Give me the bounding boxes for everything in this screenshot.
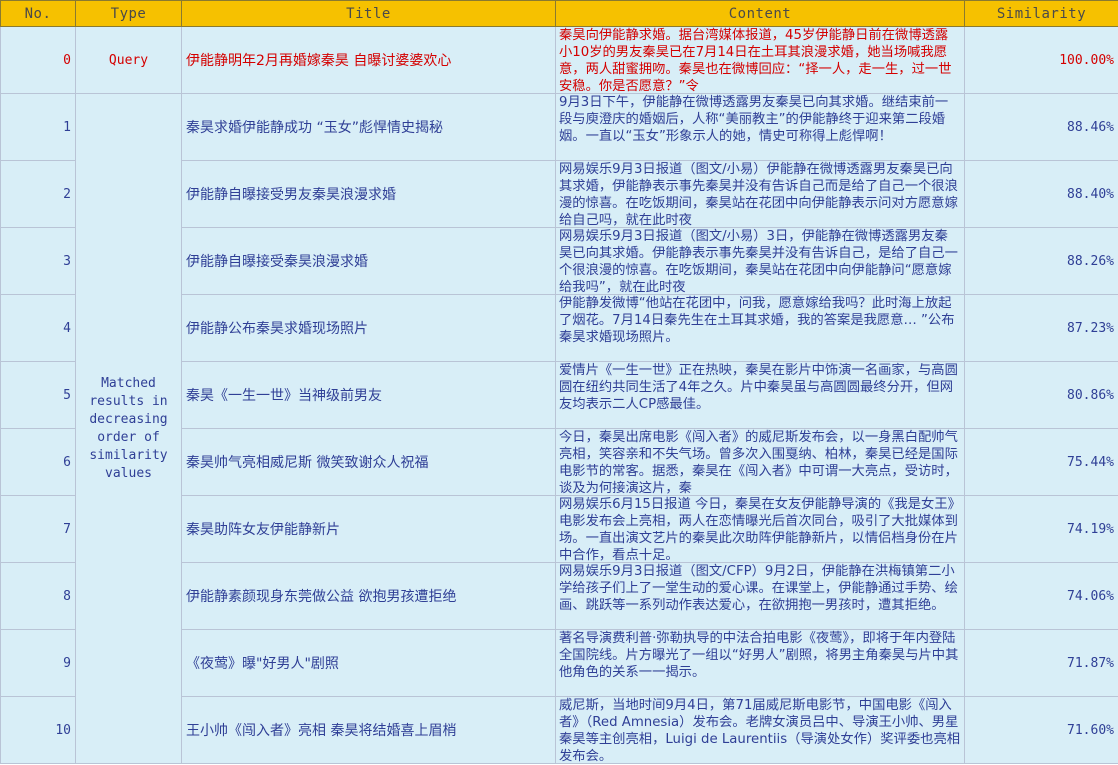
- content-text: 著名导演费利普·弥勒执导的中法合拍电影《夜莺》，即将于年内登陆全国院线。片方曝光…: [559, 631, 959, 680]
- matched-label-cell[interactable]: Matched results in decreasing order of s…: [75, 93, 182, 764]
- similarity-cell[interactable]: 74.19%: [964, 495, 1118, 563]
- similarity-cell[interactable]: 100.00%: [964, 26, 1118, 94]
- row-number[interactable]: 0: [0, 26, 76, 94]
- row-number[interactable]: 2: [0, 160, 76, 228]
- header-similarity[interactable]: Similarity: [964, 0, 1118, 27]
- content-text: 秦昊向伊能静求婚。据台湾媒体报道，45岁伊能静日前在微博透露小10岁的男友秦昊已…: [559, 28, 952, 93]
- content-cell[interactable]: 爱情片《一生一世》正在热映，秦昊在影片中饰演一名画家，与高圆圆在纽约共同生活了4…: [555, 361, 965, 429]
- header-type[interactable]: Type: [75, 0, 182, 27]
- title-cell[interactable]: 伊能静自曝接受秦昊浪漫求婚: [181, 227, 556, 295]
- row-number[interactable]: 1: [0, 93, 76, 161]
- content-cell[interactable]: 今日，秦昊出席电影《闯入者》的威尼斯发布会，以一身黑白配帅气亮相，笑容亲和不失气…: [555, 428, 965, 496]
- content-text: 爱情片《一生一世》正在热映，秦昊在影片中饰演一名画家，与高圆圆在纽约共同生活了4…: [559, 363, 958, 412]
- row-number[interactable]: 4: [0, 294, 76, 362]
- row-number[interactable]: 9: [0, 629, 76, 697]
- query-row: 0 Query 伊能静明年2月再婚嫁秦昊 自曝讨婆婆欢心 秦昊向伊能静求婚。据台…: [0, 26, 1118, 94]
- title-cell[interactable]: 伊能静素颜现身东莞做公益 欲抱男孩遭拒绝: [181, 562, 556, 630]
- content-cell[interactable]: 网易娱乐9月3日报道（图文/CFP）9月2日，伊能静在洪梅镇第二小学给孩子们上了…: [555, 562, 965, 630]
- row-number[interactable]: 3: [0, 227, 76, 295]
- similarity-cell[interactable]: 87.23%: [964, 294, 1118, 362]
- title-cell[interactable]: 《夜莺》曝"好男人"剧照: [181, 629, 556, 697]
- content-cell[interactable]: 网易娱乐6月15日报道 今日，秦昊在女友伊能静导演的《我是女王》电影发布会上亮相…: [555, 495, 965, 563]
- header-no[interactable]: No.: [0, 0, 76, 27]
- title-cell[interactable]: 秦昊求婚伊能静成功 “玉女”彪悍情史揭秘: [181, 93, 556, 161]
- similarity-cell[interactable]: 88.40%: [964, 160, 1118, 228]
- row-number[interactable]: 10: [0, 696, 76, 764]
- title-cell[interactable]: 秦昊助阵女友伊能静新片: [181, 495, 556, 563]
- row-number[interactable]: 6: [0, 428, 76, 496]
- header-title[interactable]: Title: [181, 0, 556, 27]
- row-number[interactable]: 5: [0, 361, 76, 429]
- content-cell[interactable]: 著名导演费利普·弥勒执导的中法合拍电影《夜莺》，即将于年内登陆全国院线。片方曝光…: [555, 629, 965, 697]
- content-cell[interactable]: 秦昊向伊能静求婚。据台湾媒体报道，45岁伊能静日前在微博透露小10岁的男友秦昊已…: [555, 26, 965, 94]
- title-cell[interactable]: 王小帅《闯入者》亮相 秦昊将结婚喜上眉梢: [181, 696, 556, 764]
- title-cell[interactable]: 伊能静明年2月再婚嫁秦昊 自曝讨婆婆欢心: [181, 26, 556, 94]
- content-text: 网易娱乐9月3日报道（图文/CFP）9月2日，伊能静在洪梅镇第二小学给孩子们上了…: [559, 564, 958, 613]
- similarity-cell[interactable]: 75.44%: [964, 428, 1118, 496]
- similarity-cell[interactable]: 71.87%: [964, 629, 1118, 697]
- content-cell[interactable]: 威尼斯，当地时间9月4日，第71届威尼斯电影节，中国电影《闯入者》（Red Am…: [555, 696, 965, 764]
- type-cell[interactable]: Query: [75, 26, 182, 94]
- table-row: 1 Matched results in decreasing order of…: [0, 93, 1118, 764]
- matched-label: Matched results in decreasing order of s…: [89, 375, 168, 481]
- header-row: No. Type Title Content Similarity: [0, 0, 1118, 27]
- content-text: 网易娱乐9月3日报道（图文/小易）伊能静在微博透露男友秦昊已向其求婚，伊能静表示…: [559, 162, 958, 227]
- similarity-cell[interactable]: 74.06%: [964, 562, 1118, 630]
- title-cell[interactable]: 伊能静公布秦昊求婚现场照片: [181, 294, 556, 362]
- similarity-cell[interactable]: 80.86%: [964, 361, 1118, 429]
- content-cell[interactable]: 网易娱乐9月3日报道（图文/小易）3日，伊能静在微博透露男友秦昊已向其求婚。伊能…: [555, 227, 965, 295]
- row-number[interactable]: 7: [0, 495, 76, 563]
- content-text: 今日，秦昊出席电影《闯入者》的威尼斯发布会，以一身黑白配帅气亮相，笑容亲和不失气…: [559, 430, 958, 495]
- content-cell[interactable]: 伊能静发微博“他站在花团中，问我，愿意嫁给我吗？此时海上放起了烟花。7月14日秦…: [555, 294, 965, 362]
- content-text: 网易娱乐6月15日报道 今日，秦昊在女友伊能静导演的《我是女王》电影发布会上亮相…: [559, 497, 961, 562]
- results-table: No. Type Title Content Similarity 0 Quer…: [0, 0, 1118, 764]
- title-cell[interactable]: 秦昊《一生一世》当神级前男友: [181, 361, 556, 429]
- row-number[interactable]: 8: [0, 562, 76, 630]
- similarity-cell[interactable]: 88.46%: [964, 93, 1118, 161]
- title-cell[interactable]: 秦昊帅气亮相威尼斯 微笑致谢众人祝福: [181, 428, 556, 496]
- content-text: 伊能静发微博“他站在花团中，问我，愿意嫁给我吗？此时海上放起了烟花。7月14日秦…: [559, 296, 955, 345]
- similarity-cell[interactable]: 88.26%: [964, 227, 1118, 295]
- title-cell[interactable]: 伊能静自曝接受男友秦昊浪漫求婚: [181, 160, 556, 228]
- content-cell[interactable]: 9月3日下午，伊能静在微博透露男友秦昊已向其求婚。继结束前一段与庾澄庆的婚姻后，…: [555, 93, 965, 161]
- header-content[interactable]: Content: [555, 0, 965, 27]
- content-text: 威尼斯，当地时间9月4日，第71届威尼斯电影节，中国电影《闯入者》（Red Am…: [559, 698, 961, 763]
- content-text: 网易娱乐9月3日报道（图文/小易）3日，伊能静在微博透露男友秦昊已向其求婚。伊能…: [559, 229, 958, 294]
- content-cell[interactable]: 网易娱乐9月3日报道（图文/小易）伊能静在微博透露男友秦昊已向其求婚，伊能静表示…: [555, 160, 965, 228]
- similarity-cell[interactable]: 71.60%: [964, 696, 1118, 764]
- content-text: 9月3日下午，伊能静在微博透露男友秦昊已向其求婚。继结束前一段与庾澄庆的婚姻后，…: [559, 95, 949, 144]
